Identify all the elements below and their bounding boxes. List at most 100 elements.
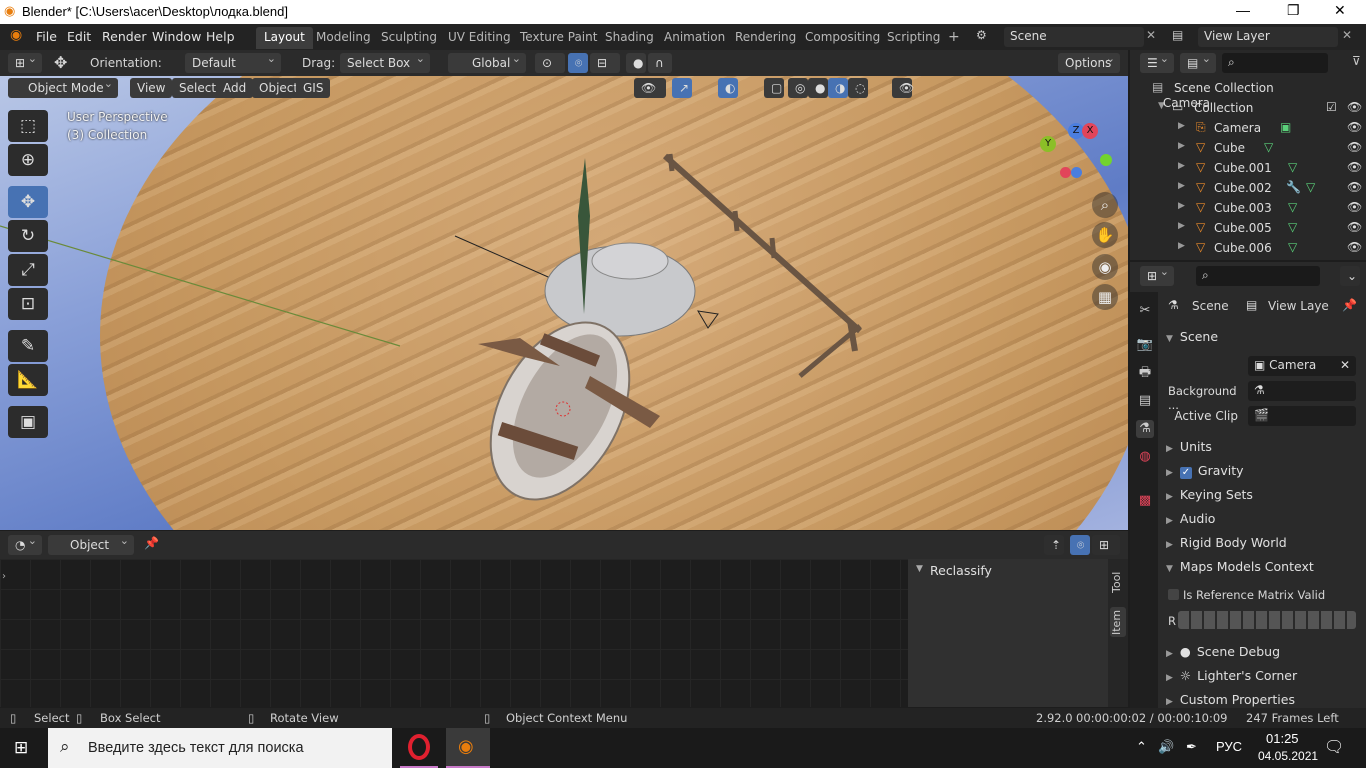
proportional-edit-icon[interactable]: ● xyxy=(626,53,646,73)
language-indicator[interactable]: РУС xyxy=(1216,739,1242,754)
scene-remove-icon[interactable]: ✕ xyxy=(1146,28,1156,42)
blender-menu-icon[interactable]: ◉ xyxy=(10,27,22,43)
snap-icon[interactable]: ⌾ xyxy=(1070,535,1090,555)
eye-icon[interactable]: 👁 xyxy=(1347,100,1362,114)
menu-render[interactable]: Render xyxy=(102,29,147,44)
expand-arrow-icon[interactable]: ▶ xyxy=(1178,121,1185,131)
section-maps-models-context[interactable]: ▼ Maps Models Context xyxy=(1166,559,1314,574)
r-vector-field[interactable] xyxy=(1178,611,1356,629)
view-layer-tab-icon[interactable]: ▤ xyxy=(1136,392,1154,410)
world-tab-icon[interactable]: ◍ xyxy=(1136,448,1154,466)
tab-modeling[interactable]: Modeling xyxy=(308,27,379,49)
editor-type-button[interactable]: ⊞ xyxy=(8,52,42,73)
gizmo-y[interactable]: Y xyxy=(1040,136,1056,152)
zoom-icon[interactable]: ⌕ xyxy=(1092,192,1118,218)
snap-toggle-icon[interactable]: ⌾ xyxy=(568,53,588,73)
view-layer-selector[interactable]: View Layer xyxy=(1198,27,1338,47)
add-cube-icon[interactable]: ▣ xyxy=(8,406,48,438)
menu-add[interactable]: Add xyxy=(216,78,254,98)
outliner-row-scene-collection[interactable]: ▤ Scene Collection xyxy=(1130,78,1366,98)
display-mode-dropdown[interactable]: ▤ xyxy=(1180,52,1216,73)
taskbar-search[interactable]: ⌕ Введите здесь текст для поиска xyxy=(48,728,392,768)
parent-node-icon[interactable]: ⇡ xyxy=(1044,535,1064,555)
eye-icon[interactable]: 👁 xyxy=(1347,180,1362,194)
tab-uv-editing[interactable]: UV Editing xyxy=(440,27,519,49)
pin-icon[interactable]: 📌 xyxy=(1342,298,1357,312)
tab-rendering[interactable]: Rendering xyxy=(727,27,804,49)
snap-target-icon[interactable]: ⊟ xyxy=(590,53,620,73)
render-tab-icon[interactable]: 📷 xyxy=(1136,336,1154,354)
eye-icon[interactable]: 👁 xyxy=(1347,220,1362,234)
exclude-checkbox-icon[interactable]: ☑ xyxy=(1326,100,1337,114)
expand-arrow-icon[interactable]: ▶ xyxy=(1178,201,1185,211)
scene-selector[interactable]: Scene xyxy=(1004,27,1144,47)
add-workspace-button[interactable]: + xyxy=(940,26,968,48)
clock-time[interactable]: 01:25 xyxy=(1266,731,1299,746)
tab-shading[interactable]: Shading xyxy=(597,27,662,49)
expand-arrow-icon[interactable]: ▶ xyxy=(1178,141,1185,151)
tab-compositing[interactable]: Compositing xyxy=(797,27,888,49)
outliner-row[interactable]: ▶ ▽ Cube.001 ▽ 👁 xyxy=(1130,158,1366,178)
outliner-row[interactable]: ▶ ▽ Cube.005 ▽ 👁 xyxy=(1130,218,1366,238)
move-icon[interactable]: ✥ xyxy=(8,186,48,218)
is-reference-checkbox[interactable] xyxy=(1168,589,1179,600)
transform-orientation-dropdown[interactable]: Global xyxy=(448,52,526,73)
section-lighters-corner[interactable]: ▶ ☼ Lighter's Corner xyxy=(1166,668,1297,683)
outliner-row[interactable]: ▶ ▽ Cube ▽ 👁 xyxy=(1130,138,1366,158)
options-dropdown[interactable]: Options xyxy=(1058,52,1120,73)
texture-tab-icon[interactable]: ▩ xyxy=(1136,492,1154,510)
drag-dropdown[interactable]: Select Box xyxy=(340,52,430,73)
section-gravity[interactable]: ▶ ✓ Gravity xyxy=(1166,463,1244,479)
object-selector[interactable]: Object xyxy=(48,534,134,555)
filter-icon[interactable]: ⊽ xyxy=(1352,54,1361,68)
gizmo-neg-x[interactable] xyxy=(1060,167,1071,178)
gizmo-neg-z[interactable] xyxy=(1071,167,1082,178)
expand-arrow-icon[interactable]: ▶ xyxy=(1178,181,1185,191)
tab-item[interactable]: Item xyxy=(1110,607,1126,637)
scene-tab-icon[interactable]: ⚗ xyxy=(1136,420,1154,438)
node-editor-canvas[interactable]: › xyxy=(0,559,908,707)
expand-arrow-icon[interactable]: ▶ xyxy=(1178,221,1185,231)
outliner-row[interactable]: ▶ ▽ Cube.006 ▽ 👁 xyxy=(1130,238,1366,258)
tray-expand-icon[interactable]: ⌃ xyxy=(1136,739,1147,755)
gizmo-x[interactable]: X xyxy=(1082,123,1098,139)
collapse-arrow-icon[interactable]: ▼ xyxy=(916,564,923,574)
tab-layout[interactable]: Layout xyxy=(256,27,313,49)
overlay-toggle-icon[interactable]: ◐ xyxy=(718,78,738,98)
3d-viewport[interactable]: User Perspective (3) Collection Y Z X ⌕ … xyxy=(0,76,1128,530)
snap-mode-icon[interactable]: ⊞ xyxy=(1092,535,1120,555)
eye-icon[interactable]: 👁 xyxy=(1347,200,1362,214)
rotate-icon[interactable]: ↻ xyxy=(8,220,48,252)
scale-icon[interactable]: ⤢ xyxy=(8,254,48,286)
cursor-icon[interactable]: ⊕ xyxy=(8,144,48,176)
eye-icon[interactable]: 👁 xyxy=(1347,140,1362,154)
outliner-search-input[interactable]: ⌕ xyxy=(1222,53,1328,73)
solid-shading-icon[interactable]: ● xyxy=(808,78,828,98)
material-shading-icon[interactable]: ◑ xyxy=(828,78,848,98)
pivot-icon[interactable]: ⊙ xyxy=(535,53,565,73)
outliner-visibility-icon[interactable]: 👁 xyxy=(892,78,914,98)
section-rigid-body-world[interactable]: ▶ Rigid Body World xyxy=(1166,535,1287,550)
navigation-gizmo[interactable]: Y Z X xyxy=(1036,120,1116,180)
select-box-icon[interactable]: ⬚ xyxy=(8,110,48,142)
perspective-toggle-icon[interactable]: ▦ xyxy=(1092,284,1118,310)
menu-help[interactable]: Help xyxy=(206,29,235,44)
pin-icon[interactable]: 📌 xyxy=(144,536,159,550)
outliner-row[interactable]: ▶ ▽ Cube.002 🔧 ▽ 👁 xyxy=(1130,178,1366,198)
tool-tab-icon[interactable]: ✂ xyxy=(1136,302,1154,320)
annotate-icon[interactable]: ✎ xyxy=(8,330,48,362)
section-scene[interactable]: ▼ Scene xyxy=(1166,329,1218,344)
tab-animation[interactable]: Animation xyxy=(656,27,733,49)
eye-icon[interactable]: 👁 xyxy=(1347,120,1362,134)
menu-gis[interactable]: GIS xyxy=(296,78,331,98)
tab-tool[interactable]: Tool xyxy=(1110,567,1126,597)
minimize-button[interactable]: — xyxy=(1236,2,1250,18)
menu-edit[interactable]: Edit xyxy=(67,29,91,44)
section-audio[interactable]: ▶ Audio xyxy=(1166,511,1215,526)
orientation-dropdown[interactable]: Default xyxy=(185,52,281,73)
tab-scripting[interactable]: Scripting xyxy=(879,27,948,49)
camera-field[interactable]: ▣ Camera ✕ xyxy=(1248,356,1356,376)
opera-app[interactable] xyxy=(400,728,438,768)
transform-icon[interactable]: ⊡ xyxy=(8,288,48,320)
gizmo-toggle-icon[interactable]: ↗ xyxy=(672,78,692,98)
